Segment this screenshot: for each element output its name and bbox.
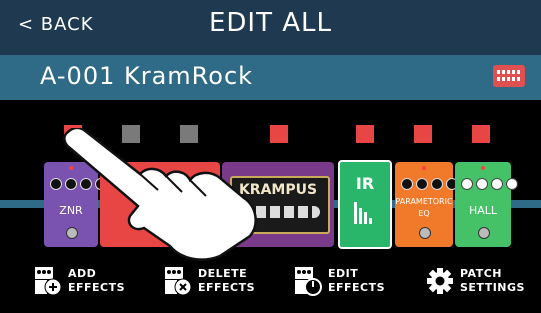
slot-4-toggle[interactable] [270,125,288,143]
effect-ir[interactable]: IR [338,160,392,249]
slot-7-toggle[interactable] [472,125,490,143]
patch-settings-label: PATCH SETTINGS [460,267,525,294]
slot-5-toggle[interactable] [356,125,374,143]
delete-effects-label: DELETE EFFECTS [198,267,256,294]
effect-name: IR [355,174,375,193]
edit-effects-button[interactable]: EDIT EFFECTS [294,262,394,302]
add-effects-icon [35,267,62,296]
header-bar: < BACK EDIT ALL [0,0,541,55]
effect-name: HALL [468,204,498,217]
impulse-icon [352,202,378,224]
delete-effects-button[interactable]: DELETE EFFECTS [164,262,274,302]
add-effects-label: ADD EFFECTS [68,267,126,294]
delete-effects-icon [165,267,192,296]
edit-effects-icon [295,267,322,296]
led-indicator [481,166,485,170]
knob-row [401,178,458,190]
patch-settings-button[interactable]: PATCH SETTINGS [426,262,538,302]
patch-bar: A-001 KramRock [0,55,541,100]
effect-name: PARAMETORIC EQ [395,197,453,218]
pointing-hand-icon [63,128,257,261]
page-title: EDIT ALL [208,8,333,38]
add-effects-button[interactable]: ADD EFFECTS [34,262,134,302]
slot-6-toggle[interactable] [414,125,432,143]
footswitch-icon [478,227,490,239]
effect-parametric-eq[interactable]: PARAMETORIC EQ [395,162,458,247]
led-indicator [422,166,426,170]
edit-effects-label: EDIT EFFECTS [328,267,386,294]
patch-name[interactable]: A-001 KramRock [40,62,253,90]
gear-icon [427,268,453,294]
effect-hall[interactable]: HALL [455,162,518,247]
knob-row [461,178,518,190]
keyboard-icon[interactable] [493,65,525,87]
footswitch-icon [419,227,431,239]
